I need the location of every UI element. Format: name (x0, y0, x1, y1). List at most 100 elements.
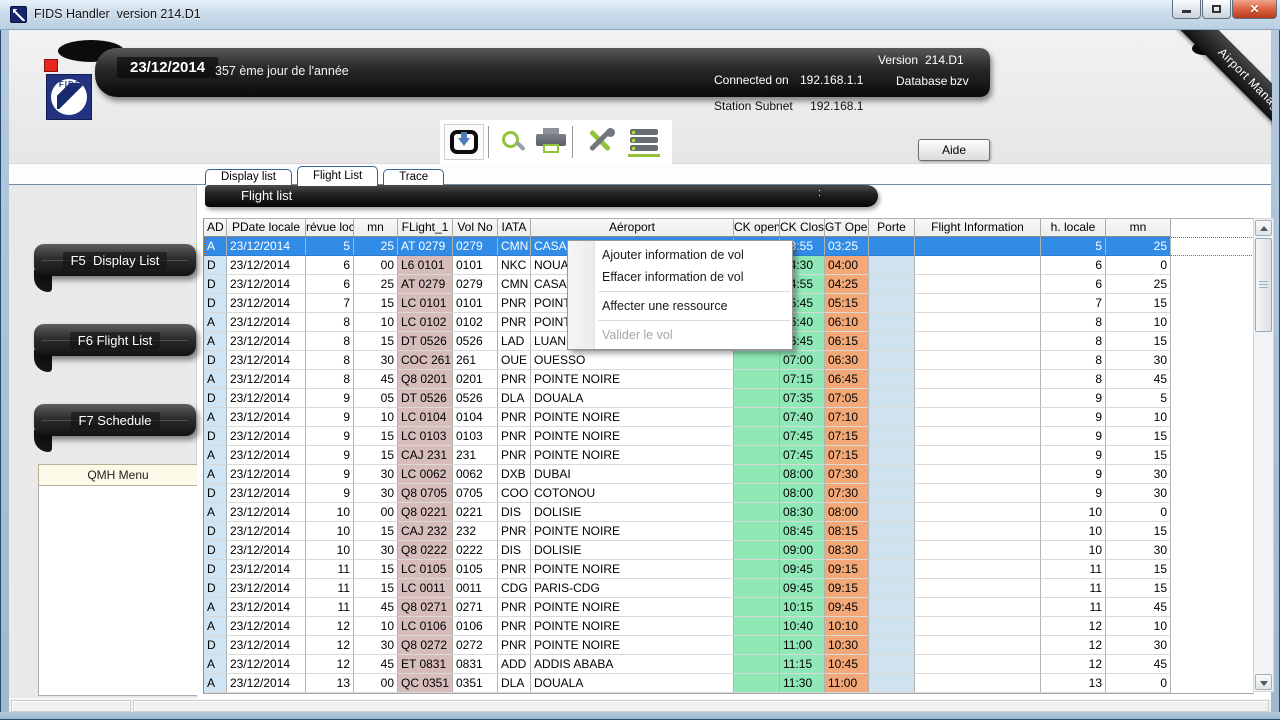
flight-cell: 0106 (453, 617, 498, 636)
column-header-12[interactable]: Flight Information (915, 219, 1041, 237)
flight-cell: DOUALA (531, 674, 734, 693)
flight-cell: POINTE NOIRE (531, 370, 734, 389)
scroll-down-button[interactable] (1255, 674, 1272, 690)
column-header-6[interactable]: IATA (498, 219, 531, 237)
qmh-menu-header: QMH Menu (38, 464, 198, 486)
flight-cell: NKC (498, 256, 531, 275)
settings-button[interactable] (582, 124, 618, 160)
flight-cell: 9 (1041, 465, 1106, 484)
flight-cell: D (204, 541, 227, 560)
window-title: FIDS Handler version 214.D1 (34, 7, 201, 21)
column-header-7[interactable]: Aéroport (531, 219, 734, 237)
flight-cell: 11 (1041, 598, 1106, 617)
f7-schedule-button[interactable]: F7 Schedule (34, 404, 196, 436)
flight-row[interactable]: D23/12/2014915LC 01030103PNRPOINTE NOIRE… (204, 427, 1254, 446)
flight-row[interactable]: D23/12/2014930Q8 07050705COOCOTONOU08:00… (204, 484, 1254, 503)
flight-cell: DLA (498, 389, 531, 408)
tab-flight-list[interactable]: Flight List (297, 166, 378, 185)
flight-row[interactable]: A23/12/20141145Q8 02710271PNRPOINTE NOIR… (204, 598, 1254, 617)
column-header-3[interactable]: mn (354, 219, 398, 237)
flight-row[interactable]: D23/12/20141230Q8 02720272PNRPOINTE NOIR… (204, 636, 1254, 655)
flight-row[interactable]: A23/12/2014910LC 01040104PNRPOINTE NOIRE… (204, 408, 1254, 427)
help-button[interactable]: Aide (918, 139, 990, 161)
flight-row[interactable]: D23/12/2014830COC 261261OUEOUESSO07:0006… (204, 351, 1254, 370)
column-header-11[interactable]: Porte (869, 219, 915, 237)
flight-cell: 0351 (453, 674, 498, 693)
flight-cell: 10 (354, 408, 398, 427)
flight-cell: 07:35 (780, 389, 825, 408)
flight-cell: 11 (306, 560, 354, 579)
flight-cell: DUBAI (531, 465, 734, 484)
menu-item-clear-flight-info[interactable]: Effacer information de vol (568, 266, 792, 288)
flight-cell: 15 (1106, 446, 1171, 465)
column-header-13[interactable]: h. locale (1041, 219, 1106, 237)
flight-cell (734, 465, 780, 484)
vertical-scrollbar[interactable] (1253, 218, 1274, 692)
column-header-14[interactable]: mn (1106, 219, 1171, 237)
flight-cell: 15 (354, 522, 398, 541)
flight-cell: 23/12/2014 (227, 465, 306, 484)
flight-cell: 15 (354, 294, 398, 313)
flight-cell (734, 674, 780, 693)
flight-cell (915, 427, 1041, 446)
column-header-9[interactable]: CK Close (780, 219, 825, 237)
flight-row[interactable]: D23/12/20141115LC 01050105PNRPOINTE NOIR… (204, 560, 1254, 579)
column-header-0[interactable]: AD (204, 219, 227, 237)
flight-row[interactable]: A23/12/2014915CAJ 231231PNRPOINTE NOIRE0… (204, 446, 1254, 465)
flight-row[interactable]: D23/12/20141015CAJ 232232PNRPOINTE NOIRE… (204, 522, 1254, 541)
toolbar-separator (572, 126, 573, 158)
flight-cell: 11:15 (780, 655, 825, 674)
application-window: FIDS Handler version 214.D1 ✕ FIDS 23/12… (0, 0, 1280, 720)
flight-cell: POINTE NOIRE (531, 617, 734, 636)
flight-row[interactable]: A23/12/2014930LC 00620062DXBDUBAI08:0007… (204, 465, 1254, 484)
flight-cell: 7 (306, 294, 354, 313)
import-button[interactable] (444, 124, 484, 160)
database-label: Database (896, 74, 947, 88)
title-bar[interactable]: FIDS Handler version 214.D1 ✕ (0, 0, 1280, 30)
tab-display-list[interactable]: Display list (205, 169, 292, 185)
menu-item-add-flight-info[interactable]: Ajouter information de vol (568, 244, 792, 266)
flight-cell: 23/12/2014 (227, 332, 306, 351)
column-header-10[interactable]: GT Open (825, 219, 869, 237)
flight-row[interactable]: D23/12/20141030Q8 02220222DISDOLISIE09:0… (204, 541, 1254, 560)
scroll-up-button[interactable] (1255, 220, 1272, 236)
f5-display-list-button[interactable]: F5 Display List (34, 244, 196, 276)
column-header-5[interactable]: Vol No (453, 219, 498, 237)
flight-cell (915, 351, 1041, 370)
search-button[interactable] (496, 124, 530, 160)
flight-cell: 12 (1041, 655, 1106, 674)
print-button[interactable] (532, 124, 570, 160)
flight-row[interactable]: A23/12/20141210LC 01060106PNRPOINTE NOIR… (204, 617, 1254, 636)
flight-cell: 11:30 (780, 674, 825, 693)
subnet-label: Station Subnet (714, 99, 793, 113)
flight-row[interactable]: A23/12/20141245ET 08310831ADDADDIS ABABA… (204, 655, 1254, 674)
flight-row[interactable]: D23/12/2014905DT 05260526DLADOUALA07:350… (204, 389, 1254, 408)
menu-item-assign-resource[interactable]: Affecter une ressource (568, 295, 792, 317)
flight-cell: 10:45 (825, 655, 869, 674)
flight-row[interactable]: A23/12/20141000Q8 02210221DISDOLISIE08:3… (204, 503, 1254, 522)
maximize-button[interactable] (1202, 0, 1231, 19)
tab-trace[interactable]: Trace (383, 169, 444, 185)
flight-cell: 5 (1106, 389, 1171, 408)
column-header-2[interactable]: révue loc (306, 219, 354, 237)
scrollbar-thumb[interactable] (1255, 238, 1272, 332)
column-header-4[interactable]: FLight_1 (398, 219, 453, 237)
f6-flight-list-button[interactable]: F6 Flight List (34, 324, 196, 356)
column-header-1[interactable]: PDate locale (227, 219, 306, 237)
server-button[interactable] (624, 124, 664, 160)
flight-cell: 6 (306, 275, 354, 294)
flight-cell: 13 (1041, 674, 1106, 693)
flight-row[interactable]: A23/12/2014845Q8 02010201PNRPOINTE NOIRE… (204, 370, 1254, 389)
flight-cell: 07:00 (780, 351, 825, 370)
flight-cell (734, 370, 780, 389)
minimize-button[interactable] (1172, 0, 1201, 19)
flight-row[interactable]: D23/12/20141115LC 00110011CDGPARIS-CDG09… (204, 579, 1254, 598)
flight-cell: 261 (453, 351, 498, 370)
flight-cell: DOUALA (531, 389, 734, 408)
flight-row[interactable]: A23/12/20141300QC 03510351DLADOUALA11:30… (204, 674, 1254, 693)
flight-cell: LC 0106 (398, 617, 453, 636)
flight-cell: LC 0102 (398, 313, 453, 332)
close-button[interactable]: ✕ (1232, 0, 1277, 19)
flight-cell: LC 0062 (398, 465, 453, 484)
column-header-8[interactable]: CK open (734, 219, 780, 237)
